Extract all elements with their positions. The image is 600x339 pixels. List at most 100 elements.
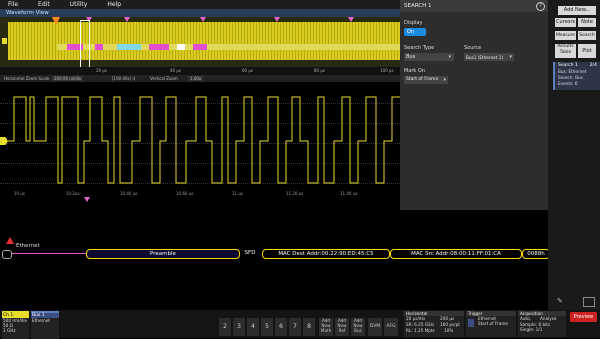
acquisition-badge[interactable]: Acquisition Auto, Analyze Sample: 8 bits … bbox=[518, 311, 566, 337]
note-button[interactable]: Note bbox=[578, 18, 596, 27]
cursors-button[interactable]: Cursors bbox=[555, 18, 576, 27]
menu-help[interactable]: Help bbox=[107, 1, 121, 8]
bus-segment bbox=[117, 44, 141, 50]
trigger-level-icon bbox=[468, 319, 474, 327]
search-panel-header: SEARCH 1 ? bbox=[400, 0, 548, 12]
afg-button[interactable]: AFG bbox=[384, 318, 398, 336]
horizontal-zoom-value[interactable]: 200.00 ns/div bbox=[52, 76, 84, 81]
mac-src-label: MAC Src Addr:08:00:11:FF:01:CA bbox=[411, 251, 501, 257]
search-button[interactable]: Search bbox=[578, 31, 596, 40]
overview-signal-band bbox=[8, 22, 400, 60]
zoom-tool-icon[interactable] bbox=[583, 297, 595, 307]
horizontal-scale: 20 µs/div bbox=[406, 316, 426, 321]
bus-segment bbox=[95, 44, 103, 50]
bus-decode-row: Preamble SFD MAC Dest Addr:00:22:90:ED:4… bbox=[0, 249, 600, 259]
plot-button[interactable]: Plot bbox=[578, 44, 596, 58]
waveform-view-header: Waveform View bbox=[0, 9, 400, 17]
help-icon[interactable]: ? bbox=[536, 2, 545, 11]
sfd-label: SFD bbox=[244, 250, 256, 256]
main-waveform-area[interactable] bbox=[0, 83, 400, 193]
acquisition-analyze: Analyze bbox=[540, 316, 557, 321]
bus1-badge[interactable]: Bus 1 Ethernet bbox=[31, 311, 59, 339]
bus-packet-sfd[interactable]: SFD bbox=[240, 249, 260, 257]
bus-segment bbox=[193, 44, 207, 50]
preamble-label: Preamble bbox=[150, 251, 176, 257]
time-tick: 40 µs bbox=[170, 68, 181, 73]
source-dropdown[interactable]: Bus1 (Ethernet 1) ▾ bbox=[464, 53, 514, 61]
horizontal-range: 200 µs bbox=[440, 316, 455, 321]
channel-3-button[interactable]: 3 bbox=[233, 318, 245, 336]
mark-on-value: Start of Frame bbox=[406, 77, 439, 82]
channel-8-button[interactable]: 8 bbox=[303, 318, 315, 336]
channel-7-button[interactable]: 7 bbox=[289, 318, 301, 336]
preview-label: Preview bbox=[573, 314, 594, 320]
search-panel-title: SEARCH 1 bbox=[404, 3, 432, 9]
ch1-waveform bbox=[8, 96, 400, 184]
search-type-label: Search Type bbox=[404, 45, 435, 51]
display-label: Display bbox=[404, 20, 423, 26]
chevron-down-icon: ▾ bbox=[448, 54, 451, 60]
display-toggle-label: On bbox=[407, 29, 415, 35]
badge-bus: Bus: Ethernet bbox=[558, 69, 587, 74]
source-value: Bus1 (Ethernet 1) bbox=[466, 54, 504, 60]
menu-edit[interactable]: Edit bbox=[38, 1, 50, 8]
display-toggle[interactable]: On bbox=[404, 28, 426, 36]
channel-5-button[interactable]: 5 bbox=[261, 318, 273, 336]
bus-idle-line bbox=[12, 253, 86, 254]
dvm-button[interactable]: DVM bbox=[368, 318, 382, 336]
bus-packet-mac-dest[interactable]: MAC Dest Addr:00:22:90:ED:45:C5 bbox=[262, 249, 390, 259]
acquisition-single: Single: 1/1 bbox=[520, 327, 543, 332]
bus-packet-tail[interactable]: 0088h bbox=[522, 249, 550, 259]
channel-2-button[interactable]: 2 bbox=[219, 318, 231, 336]
zoom-window-box[interactable] bbox=[80, 20, 90, 68]
menu-file[interactable]: File bbox=[8, 1, 18, 8]
bus-segment bbox=[149, 44, 169, 50]
badge-search: Search: Bus bbox=[558, 75, 583, 80]
zoom-bar: Horizontal Zoom Scale 200.00 ns/div [190… bbox=[0, 75, 400, 82]
mac-dest-label: MAC Dest Addr:00:22:90:ED:45:C5 bbox=[278, 251, 374, 257]
badge-title: Search 1 bbox=[558, 63, 578, 68]
horizontal-badge[interactable]: Horizontal 20 µs/div 200 µs SR: 6.25 GS/s… bbox=[404, 311, 464, 337]
horizontal-zoom-label: Horizontal Zoom Scale bbox=[4, 76, 50, 81]
channel-6-button[interactable]: 6 bbox=[275, 318, 287, 336]
add-new-math-button[interactable]: Add New Math bbox=[319, 318, 333, 336]
time-per-point: 160 ps/pt bbox=[440, 322, 460, 327]
bus-segment bbox=[177, 44, 185, 50]
ch1-badge[interactable]: Ch 1 500 mV/div 50 Ω 1 GHz bbox=[2, 311, 29, 339]
ch1-ground-marker-icon bbox=[2, 38, 7, 44]
trigger-badge[interactable]: Trigger Ethernet Start of Frame bbox=[466, 311, 516, 337]
vertical-zoom-value[interactable]: 1.00x bbox=[188, 76, 204, 81]
preview-button[interactable]: Preview bbox=[570, 312, 597, 322]
search1-badge[interactable]: Search 1 2/4 Bus: Ethernet Search: Bus E… bbox=[553, 62, 600, 90]
bus1-type: Ethernet bbox=[32, 318, 51, 323]
measure-button[interactable]: Measure bbox=[555, 31, 576, 40]
mark-on-dropdown[interactable]: Start of Frame ▾ bbox=[404, 76, 448, 84]
horizontal-position[interactable]: [190.00s] 4 bbox=[112, 76, 135, 81]
chevron-down-icon: ▾ bbox=[443, 77, 446, 83]
overview-time-axis: 20 µs 40 µs 60 µs 80 µs 100 µs bbox=[0, 67, 400, 75]
channel-4-button[interactable]: 4 bbox=[247, 318, 259, 336]
source-label: Source bbox=[464, 45, 482, 51]
bus-packet-preamble[interactable]: Preamble bbox=[86, 249, 240, 259]
add-new-button[interactable]: Add New... bbox=[558, 6, 596, 15]
search-type-dropdown[interactable]: Bus ▾ bbox=[404, 53, 454, 61]
sample-rate: SR: 6.25 GS/s bbox=[406, 322, 435, 327]
results-table-button[interactable]: Results Table bbox=[555, 44, 576, 58]
waveform-view-title: Waveform View bbox=[6, 10, 49, 16]
menu-utility[interactable]: Utility bbox=[70, 1, 88, 8]
bus-packet-mac-src[interactable]: MAC Src Addr:08:00:11:FF:01:CA bbox=[390, 249, 522, 259]
add-new-bus-button[interactable]: Add New Bus bbox=[351, 318, 365, 336]
acquisition-mode: Auto, bbox=[520, 316, 532, 321]
vertical-zoom-label: Vertical Zoom bbox=[150, 76, 178, 81]
mark-on-label: Mark On bbox=[404, 68, 426, 74]
ch1-bandwidth: 1 GHz bbox=[3, 328, 16, 333]
record-length: RL: 1.25 Mpts bbox=[406, 328, 435, 333]
search-type-value: Bus bbox=[406, 54, 416, 60]
add-new-ref-button[interactable]: Add New Ref bbox=[335, 318, 349, 336]
time-tick: 60 µs bbox=[242, 68, 253, 73]
cursor-tool-icon[interactable]: ✎ bbox=[557, 297, 567, 305]
time-tick: 20 µs bbox=[96, 68, 107, 73]
time-tick: 80 µs bbox=[314, 68, 325, 73]
tail-label: 0088h bbox=[527, 251, 545, 257]
bus-marker-icon[interactable] bbox=[2, 250, 12, 259]
